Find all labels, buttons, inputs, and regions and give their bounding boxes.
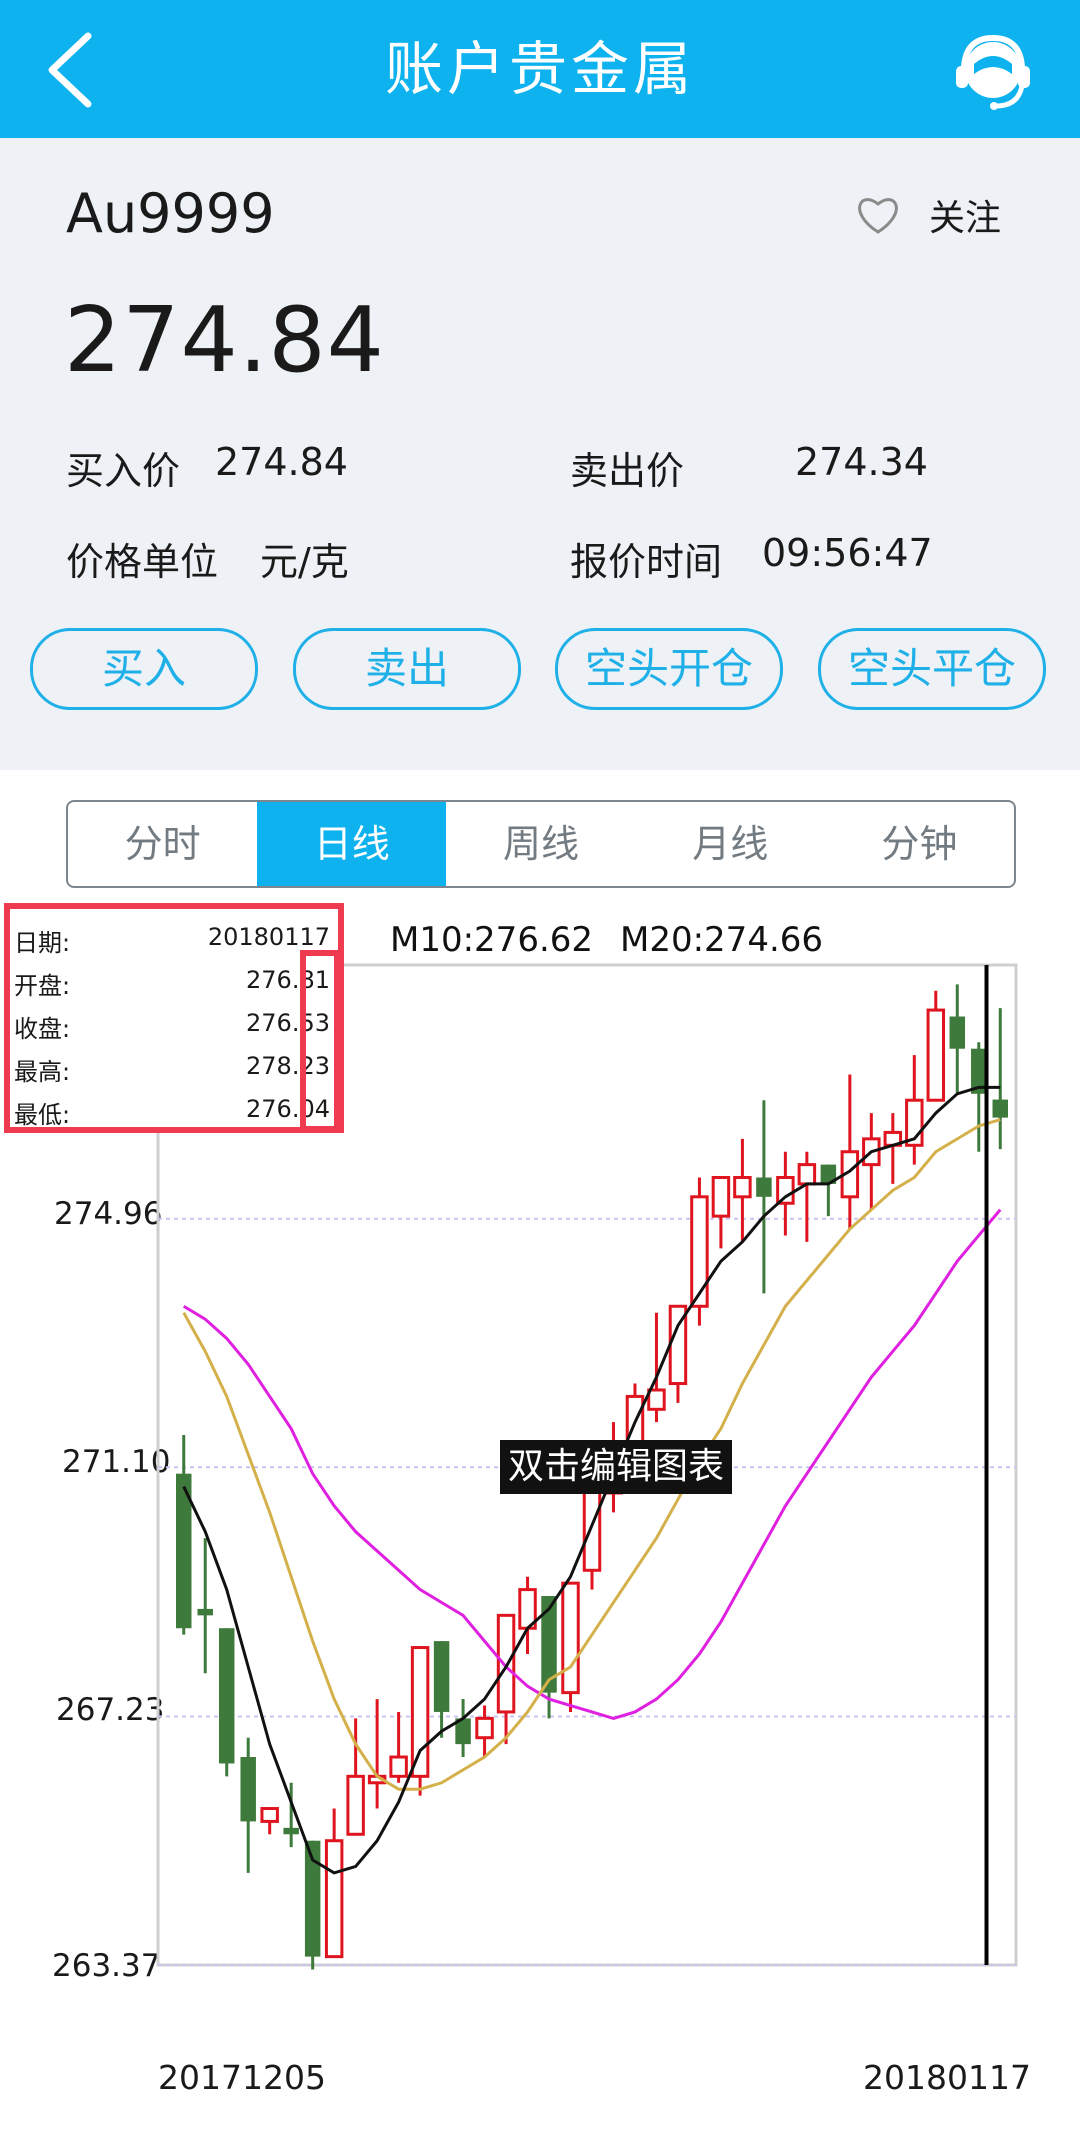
popup-key: 日期: — [14, 929, 71, 957]
tab-monthly[interactable]: 月线 — [636, 802, 825, 886]
candle-body — [197, 1608, 213, 1616]
current-price: 274.84 — [64, 288, 385, 393]
tab-daily[interactable]: 日线 — [257, 802, 447, 886]
candle-body — [410, 1646, 430, 1778]
heart-outline-icon — [858, 198, 898, 234]
buy-price-value: 274.84 — [215, 440, 348, 484]
sell-button[interactable]: 卖出 — [293, 628, 521, 710]
page-title: 账户贵金属 — [384, 35, 695, 103]
tab-minute[interactable]: 分钟 — [825, 802, 1014, 886]
product-info-panel: Au9999 关注 274.84 买入价 274.84 卖出价 274.34 价… — [0, 138, 1080, 770]
candle-body — [475, 1716, 494, 1740]
buy-price-label: 买入价 — [66, 449, 181, 493]
candle-body — [389, 1755, 408, 1778]
candle-body — [283, 1827, 299, 1835]
candle-body — [690, 1195, 709, 1308]
candle-body — [926, 1008, 946, 1102]
period-tabs: 分时 日线 周线 月线 分钟 — [66, 800, 1016, 888]
candle-body — [324, 1839, 344, 1959]
popup-key: 最低: — [14, 1101, 71, 1129]
popup-row-close: 收盘: 276.53 — [14, 1009, 330, 1049]
candle-body — [496, 1613, 516, 1714]
tab-intraday[interactable]: 分时 — [68, 802, 257, 886]
candle-body — [797, 1163, 817, 1186]
candle-body — [992, 1099, 1008, 1118]
x-tick-label: 20180117 — [863, 2058, 1031, 2097]
edit-chart-hint: 双击编辑图表 — [500, 1440, 733, 1494]
quote-time-label: 报价时间 — [570, 540, 723, 584]
candle-body — [756, 1177, 772, 1197]
follow-button[interactable]: 关注 — [855, 190, 1001, 240]
candle-body — [433, 1641, 450, 1712]
candle-body — [218, 1628, 235, 1764]
customer-service-icon[interactable] — [950, 30, 1036, 116]
popup-key: 收盘: — [14, 1015, 71, 1043]
sell-price-value: 274.34 — [795, 440, 928, 484]
quote-time-value: 09:56:47 — [762, 531, 933, 575]
popup-row-low: 最低: 276.04 — [14, 1095, 330, 1135]
popup-key: 开盘: — [14, 972, 71, 1000]
candle-body — [647, 1388, 666, 1411]
popup-key: 最高: — [14, 1058, 71, 1086]
popup-row-high: 最高: 278.23 — [14, 1052, 330, 1092]
candle-body — [346, 1774, 365, 1836]
candle-body — [240, 1757, 256, 1822]
popup-value: 20180117 — [207, 923, 330, 951]
tab-weekly[interactable]: 周线 — [446, 802, 635, 886]
candle-body — [776, 1175, 795, 1205]
candle-info-popup: 日期: 20180117 开盘: 276.81 收盘: 276.53 最高: 2… — [4, 903, 344, 1133]
popup-row-open: 开盘: 276.81 — [14, 966, 330, 1006]
buy-button[interactable]: 买入 — [30, 628, 258, 710]
sell-price-label: 卖出价 — [570, 449, 685, 493]
candle-body — [711, 1175, 731, 1218]
short-open-button[interactable]: 空头开仓 — [555, 628, 783, 710]
candle-body — [949, 1016, 966, 1049]
follow-label: 关注 — [929, 198, 1002, 239]
x-tick-label: 20171205 — [158, 2058, 326, 2097]
popup-highlight-box — [300, 950, 340, 1132]
nav-bar: 账户贵金属 — [0, 0, 1080, 138]
short-close-button[interactable]: 空头平仓 — [818, 628, 1046, 710]
product-symbol: Au9999 — [66, 182, 275, 245]
candle-body — [561, 1581, 580, 1695]
price-unit-label: 价格单位 — [66, 540, 219, 584]
popup-row-date: 日期: 20180117 — [14, 923, 330, 963]
price-unit-value: 元/克 — [260, 540, 349, 584]
candle-body — [260, 1807, 279, 1823]
candle-body — [733, 1175, 752, 1199]
